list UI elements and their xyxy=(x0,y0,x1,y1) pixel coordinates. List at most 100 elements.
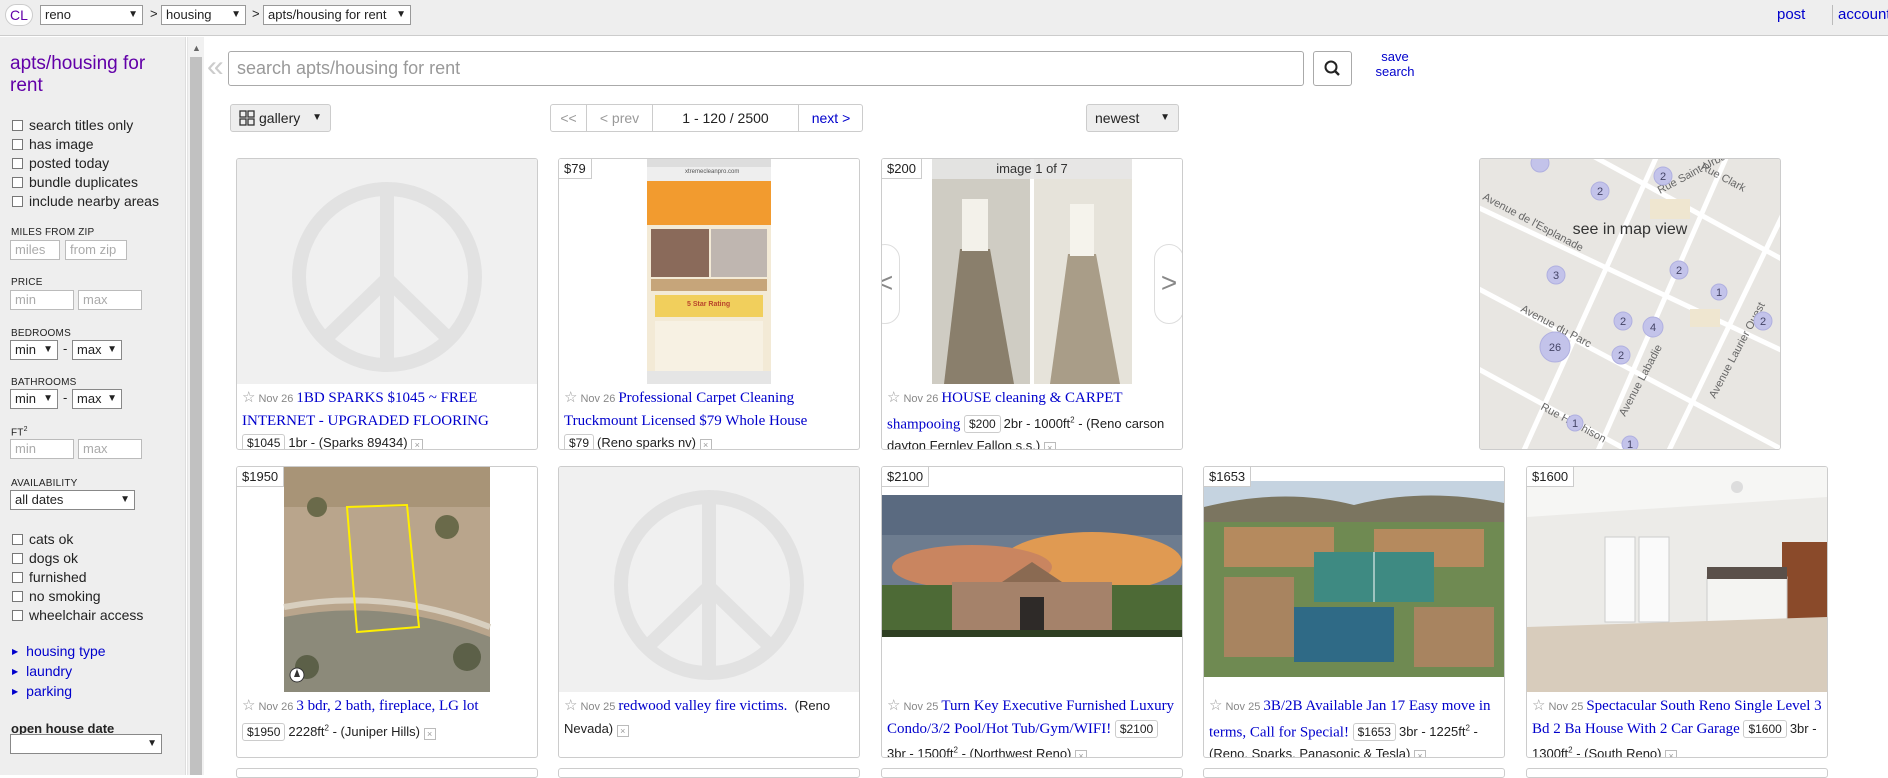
zip-input[interactable]: from zip xyxy=(65,240,127,260)
bedrooms-min-select[interactable]: min ▼ xyxy=(10,340,58,360)
listing-card[interactable]: $1653 ☆ Nov 25 3B/2B Available Jan 17 Easy… xyxy=(1203,466,1505,758)
favorite-star-icon[interactable]: ☆ xyxy=(242,389,255,406)
link-label: parking xyxy=(26,683,73,699)
search-titles-only-checkbox[interactable]: search titles only xyxy=(12,116,133,134)
include-nearby-checkbox[interactable]: include nearby areas xyxy=(12,192,159,210)
hide-listing-icon[interactable]: × xyxy=(1414,750,1426,757)
post-link[interactable]: post xyxy=(1777,6,1805,23)
craigslist-logo[interactable]: CL xyxy=(5,4,33,26)
chevron-down-icon: ▼ xyxy=(147,738,157,749)
listing-image[interactable] xyxy=(882,467,1182,692)
housing-type-link[interactable]: ▶ housing type xyxy=(12,643,106,659)
price-min-input[interactable]: min xyxy=(10,290,74,310)
dogs-ok-checkbox[interactable]: dogs ok xyxy=(12,549,78,567)
view-mode-button[interactable]: gallery ▼ xyxy=(230,104,331,132)
listing-card-partial[interactable] xyxy=(1526,768,1828,778)
no-smoking-checkbox[interactable]: no smoking xyxy=(12,587,101,605)
hide-listing-icon[interactable]: × xyxy=(411,439,424,449)
sidebar-scrollbar[interactable]: ▲ xyxy=(187,37,204,775)
listing-card[interactable]: ☆ Nov 25 redwood valley fire victims. (Ren… xyxy=(558,466,860,758)
posted-today-checkbox[interactable]: posted today xyxy=(12,154,109,172)
checkbox[interactable] xyxy=(12,196,23,207)
listing-card[interactable]: $2100 ☆ Nov 25 Turn Key Executive Furnishe… xyxy=(881,466,1183,758)
listing-card-partial[interactable] xyxy=(881,768,1183,778)
hide-listing-icon[interactable]: × xyxy=(1665,750,1678,757)
listing-card-partial[interactable] xyxy=(558,768,860,778)
wheelchair-access-checkbox[interactable]: wheelchair access xyxy=(12,606,143,624)
placeholder-image[interactable] xyxy=(559,467,859,692)
laundry-link[interactable]: ▶ laundry xyxy=(12,663,72,679)
search-input[interactable]: search apts/housing for rent xyxy=(228,51,1304,86)
listing-title[interactable]: 3 bdr, 2 bath, fireplace, LG lot xyxy=(296,698,478,714)
favorite-star-icon[interactable]: ☆ xyxy=(887,697,900,714)
price-tag: $1600 xyxy=(1527,467,1575,487)
listing-card-partial[interactable] xyxy=(1203,768,1505,778)
listing-image[interactable] xyxy=(237,467,537,692)
checkbox[interactable] xyxy=(12,572,23,583)
sort-button[interactable]: newest ▼ xyxy=(1086,104,1179,132)
listing-title[interactable]: redwood valley fire victims. xyxy=(618,698,787,714)
checkbox[interactable] xyxy=(12,553,23,564)
listing-image[interactable]: image 1 of 7 < > xyxy=(882,159,1182,384)
previous-image-button[interactable]: < xyxy=(882,244,900,324)
subcategory-select[interactable]: apts/housing for rent ▼ xyxy=(263,5,411,25)
first-page-button[interactable]: << xyxy=(551,105,587,131)
bundle-duplicates-checkbox[interactable]: bundle duplicates xyxy=(12,173,138,191)
listing-card[interactable]: ☆ Nov 26 1BD SPARKS $1045 ~ FREE INTERNET … xyxy=(236,158,538,450)
ad-url-text: xtremecleanpro.com xyxy=(685,169,740,175)
checkbox[interactable] xyxy=(12,610,23,621)
miles-input[interactable]: miles xyxy=(10,240,60,260)
save-search-link[interactable]: save search xyxy=(1374,49,1416,79)
collapse-sidebar-icon[interactable]: « xyxy=(207,52,224,82)
hide-listing-icon[interactable]: × xyxy=(1075,750,1087,757)
parking-link[interactable]: ▶ parking xyxy=(12,683,72,699)
bathrooms-max-select[interactable]: max ▼ xyxy=(72,389,122,409)
scroll-up-icon[interactable]: ▲ xyxy=(192,43,201,53)
listing-image[interactable]: xtremecleanpro.com 5 Star Rating xyxy=(559,159,859,384)
bathrooms-min-select[interactable]: min ▼ xyxy=(10,389,58,409)
listing-card[interactable]: $1600 ☆ Nov 25 Spectacular South Reno Sing… xyxy=(1526,466,1828,758)
hide-listing-icon[interactable]: × xyxy=(699,439,712,449)
checkbox[interactable] xyxy=(12,534,23,545)
scroll-thumb[interactable] xyxy=(190,57,202,775)
account-link[interactable]: account xyxy=(1838,6,1888,23)
bedrooms-max-select[interactable]: max ▼ xyxy=(72,340,122,360)
has-image-checkbox[interactable]: has image xyxy=(12,135,94,153)
price-max-input[interactable]: max xyxy=(78,290,142,310)
map-view-link[interactable]: Avenue de l'Esplanade Rue Clark Rue Sain… xyxy=(1479,158,1781,450)
favorite-star-icon[interactable]: ☆ xyxy=(1209,697,1222,714)
cats-ok-checkbox[interactable]: cats ok xyxy=(12,530,73,548)
checkbox[interactable] xyxy=(12,591,23,602)
prev-page-button[interactable]: < prev xyxy=(587,105,653,131)
listing-card[interactable]: $1950 ☆ Nov 26 3 bdr, 2 bath, fireplace, L… xyxy=(236,466,538,758)
checkbox[interactable] xyxy=(12,177,23,188)
sqft-min-input[interactable]: min xyxy=(10,439,74,459)
checkbox[interactable] xyxy=(12,120,23,131)
listing-card-partial[interactable] xyxy=(236,768,538,778)
favorite-star-icon[interactable]: ☆ xyxy=(242,697,255,714)
furnished-checkbox[interactable]: furnished xyxy=(12,568,87,586)
next-image-button[interactable]: > xyxy=(1154,244,1182,324)
area-select[interactable]: reno ▼ xyxy=(40,5,143,25)
checkbox[interactable] xyxy=(12,158,23,169)
next-page-button[interactable]: next > xyxy=(799,105,863,131)
sqft-max-input[interactable]: max xyxy=(78,439,142,459)
checkbox[interactable] xyxy=(12,139,23,150)
category-select[interactable]: housing ▼ xyxy=(161,5,246,25)
favorite-star-icon[interactable]: ☆ xyxy=(887,389,900,406)
listing-image[interactable] xyxy=(1204,467,1504,692)
listing-image[interactable] xyxy=(1527,467,1827,692)
pagination: << < prev 1 - 120 / 2500 next > xyxy=(550,104,863,132)
placeholder-image[interactable] xyxy=(237,159,537,384)
search-button[interactable] xyxy=(1313,51,1352,86)
hide-listing-icon[interactable]: × xyxy=(423,728,436,741)
listing-card[interactable]: image 1 of 7 < > $200 ☆Nov 26HOUSE clean… xyxy=(881,158,1183,450)
availability-select[interactable]: all dates ▼ xyxy=(10,490,135,510)
open-house-date-select[interactable]: ▼ xyxy=(10,734,162,754)
favorite-star-icon[interactable]: ☆ xyxy=(564,697,577,714)
hide-listing-icon[interactable]: × xyxy=(1043,442,1056,449)
favorite-star-icon[interactable]: ☆ xyxy=(1532,697,1545,714)
hide-listing-icon[interactable]: × xyxy=(616,725,629,737)
favorite-star-icon[interactable]: ☆ xyxy=(564,389,577,406)
listing-card[interactable]: xtremecleanpro.com 5 Star Rating $79 ☆ No… xyxy=(558,158,860,450)
